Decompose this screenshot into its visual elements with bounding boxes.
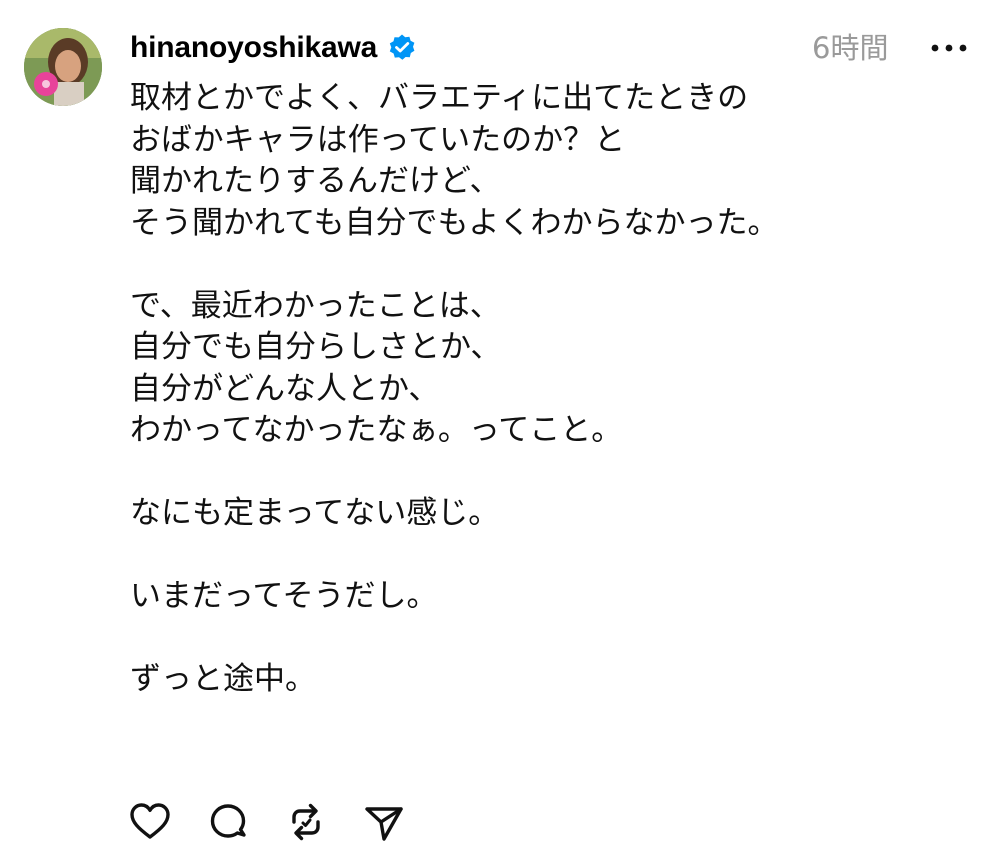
share-button[interactable] bbox=[362, 800, 406, 844]
avatar[interactable] bbox=[24, 28, 102, 106]
username[interactable]: hinanoyoshikawa bbox=[130, 31, 377, 65]
verified-badge-icon bbox=[387, 33, 417, 63]
share-icon bbox=[365, 807, 403, 841]
heart-icon bbox=[130, 803, 170, 839]
repost-button[interactable] bbox=[284, 800, 328, 844]
like-button[interactable] bbox=[128, 800, 172, 844]
repost-icon bbox=[292, 803, 320, 841]
post: hinanoyoshikawa 6時間 取材とかでよく、バラエティに出てたときの… bbox=[0, 0, 1000, 868]
timestamp: 6時間 bbox=[812, 31, 889, 65]
comment-icon bbox=[210, 804, 246, 838]
post-body: 取材とかでよく、バラエティに出てたときの おばかキャラは作っていたのか？と 聞か… bbox=[130, 80, 779, 697]
comment-button[interactable] bbox=[206, 800, 250, 844]
more-icon[interactable] bbox=[924, 30, 974, 66]
username-row: hinanoyoshikawa bbox=[130, 26, 417, 70]
avatar-image bbox=[24, 28, 102, 106]
action-bar bbox=[128, 800, 440, 844]
